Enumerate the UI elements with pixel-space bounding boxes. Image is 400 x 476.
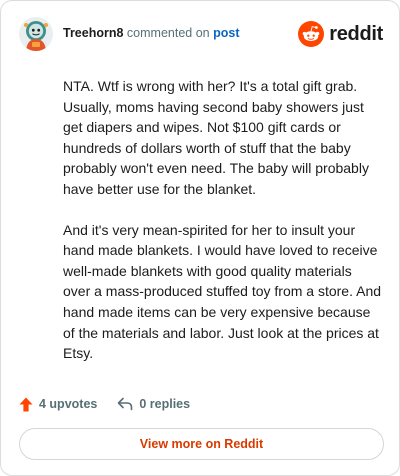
reply-button[interactable]: 0 replies	[117, 397, 190, 411]
comment-paragraph-2: And it's very mean-spirited for her to i…	[63, 221, 382, 362]
upvote-count: 4 upvotes	[39, 397, 98, 411]
user-avatar-icon[interactable]	[19, 17, 53, 51]
reply-count: 0 replies	[139, 397, 191, 411]
commented-on-label: commented on	[126, 26, 210, 40]
upvote-arrow-icon	[19, 397, 33, 411]
comment-header: Treehorn8 commented on post reddit	[19, 17, 383, 51]
reply-arrow-icon	[118, 397, 133, 411]
reddit-logo-icon	[298, 21, 325, 47]
upvote-button[interactable]: 4 upvotes	[19, 397, 97, 412]
reddit-brand[interactable]: reddit	[298, 21, 383, 47]
view-more-button[interactable]: View more on Reddit	[19, 428, 384, 460]
comment-meta: Treehorn8 commented on post	[63, 26, 239, 40]
post-link[interactable]: post	[213, 26, 239, 40]
comment-body: NTA. Wtf is wrong with her? It's a total…	[63, 76, 381, 384]
comment-paragraph-1: NTA. Wtf is wrong with her? It's a total…	[63, 78, 369, 197]
comment-card: Treehorn8 commented on post reddit NTA. …	[0, 0, 400, 476]
reddit-wordmark: reddit	[329, 22, 383, 45]
comment-actions: 4 upvotes 0 replies	[19, 394, 190, 414]
username-link[interactable]: Treehorn8	[63, 26, 123, 40]
